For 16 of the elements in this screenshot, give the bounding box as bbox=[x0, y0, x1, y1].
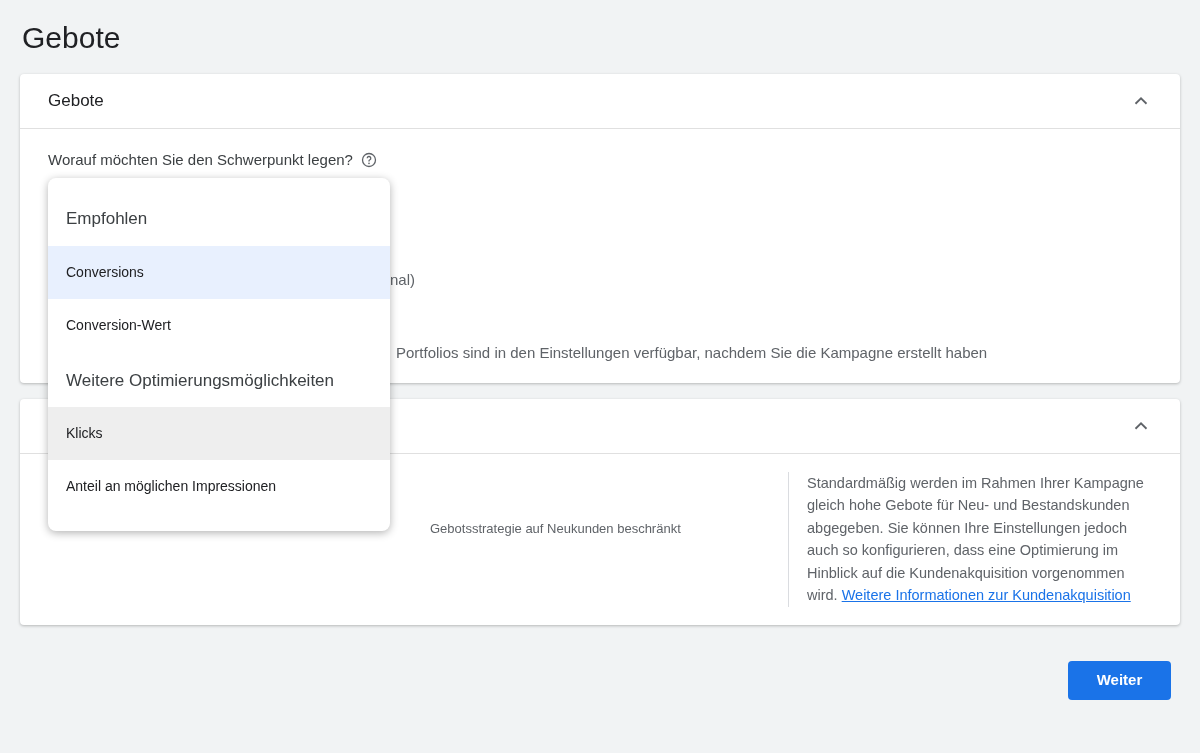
menu-item[interactable]: Anteil an möglichen Impressionen bbox=[48, 460, 390, 513]
menu-item[interactable]: Conversion-Wert bbox=[48, 298, 390, 352]
option-text: nal) bbox=[390, 270, 415, 288]
menu-group-header: Weitere Optimierungsmöglichkeiten bbox=[65, 369, 336, 392]
menu-item[interactable]: Klicks bbox=[48, 407, 390, 460]
help-icon[interactable] bbox=[360, 152, 377, 169]
info-link[interactable]: Weitere Informationen zur Kundenakquisition bbox=[841, 587, 1131, 603]
menu-item[interactable]: Conversions bbox=[48, 245, 390, 299]
card-title: Gebote bbox=[48, 90, 104, 112]
info-text: Standardmäßig werden im Rahmen Ihrer Kampagne gleich hohe Gebote für Neu- und Bestandskunden abgegeben. Sie können Ihre Einstellungen jedoch auch so konfigurieren, dass eine Optimierung im Hinblick auf die Kundenakquisition vorgenommen wird. Weitere Informationen zur Kundenakquisition bbox=[788, 471, 1152, 607]
note-text: Gebotsstrategie auf Neukunden beschränkt bbox=[430, 520, 681, 536]
question-label: Worauf möchten Sie den Schwerpunkt legen? bbox=[48, 150, 353, 170]
page-title: Gebote bbox=[22, 20, 122, 56]
portfolio-note: Portfolios sind in den Einstellungen verfügbar, nachdem Sie die Kampagne erstellt haben bbox=[396, 343, 988, 361]
menu-group-header: Empfohlen bbox=[65, 208, 149, 230]
next-button[interactable]: Weiter bbox=[1068, 660, 1171, 700]
